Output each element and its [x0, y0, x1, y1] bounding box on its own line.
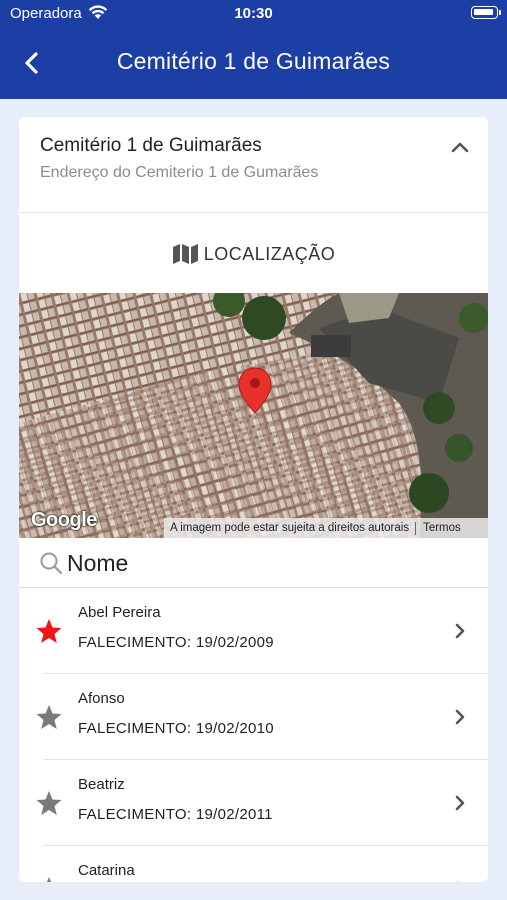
list-item[interactable]: Catarina	[19, 846, 488, 882]
cemetery-name: Cemitério 1 de Guimarães	[40, 135, 262, 156]
person-name: Catarina	[78, 862, 135, 879]
chevron-right-icon	[455, 709, 465, 725]
map-attribution: A imagem pode estar sujeita a direitos a…	[164, 518, 488, 538]
star-icon[interactable]	[35, 703, 63, 731]
cemetery-header[interactable]: Cemitério 1 de Guimarães Endereço do Cem…	[19, 117, 488, 213]
cemetery-card: Cemitério 1 de Guimarães Endereço do Cem…	[19, 117, 488, 882]
battery-icon	[471, 6, 501, 19]
map-view[interactable]: Google A imagem pode estar sujeita a dir…	[19, 293, 488, 538]
search-input[interactable]	[67, 547, 447, 579]
cemetery-address: Endereço do Cemiterio 1 de Gumarães	[40, 164, 319, 181]
star-icon[interactable]	[35, 875, 63, 882]
back-button[interactable]	[20, 50, 46, 76]
status-bar: Operadora 10:30	[0, 0, 507, 28]
location-label: LOCALIZAÇÃO	[203, 243, 336, 264]
location-section: LOCALIZAÇÃO	[19, 213, 488, 293]
person-name: Beatriz	[78, 776, 125, 793]
attribution-text: A imagem pode estar sujeita a direitos a…	[164, 521, 417, 535]
list-item[interactable]: Beatriz FALECIMENTO: 19/02/2011	[19, 760, 488, 846]
person-name: Abel Pereira	[78, 604, 161, 621]
google-logo: Google	[31, 509, 97, 531]
person-name: Afonso	[78, 690, 125, 707]
chevron-right-icon	[456, 881, 458, 882]
page-title: Cemitério 1 de Guimarães	[116, 48, 391, 74]
status-time: 10:30	[234, 5, 273, 22]
terms-link[interactable]: Termos	[416, 522, 461, 534]
list-item[interactable]: Abel Pereira FALECIMENTO: 19/02/2009	[19, 588, 488, 674]
death-date: FALECIMENTO: 19/02/2010	[78, 720, 274, 737]
search-icon	[40, 552, 63, 575]
chevron-up-icon[interactable]	[450, 139, 470, 155]
search-bar	[19, 538, 488, 588]
star-filled-icon[interactable]	[35, 617, 63, 645]
death-date: FALECIMENTO: 19/02/2009	[78, 634, 274, 651]
chevron-right-icon	[455, 795, 465, 811]
aerial-image	[19, 293, 488, 538]
app-header: Operadora 10:30 Cemitério 1 de Guimarães	[0, 0, 507, 99]
star-icon[interactable]	[35, 789, 63, 817]
map-icon	[172, 244, 198, 264]
chevron-right-icon	[455, 623, 465, 639]
list-item[interactable]: Afonso FALECIMENTO: 19/02/2010	[19, 674, 488, 760]
death-date: FALECIMENTO: 19/02/2011	[78, 806, 273, 823]
